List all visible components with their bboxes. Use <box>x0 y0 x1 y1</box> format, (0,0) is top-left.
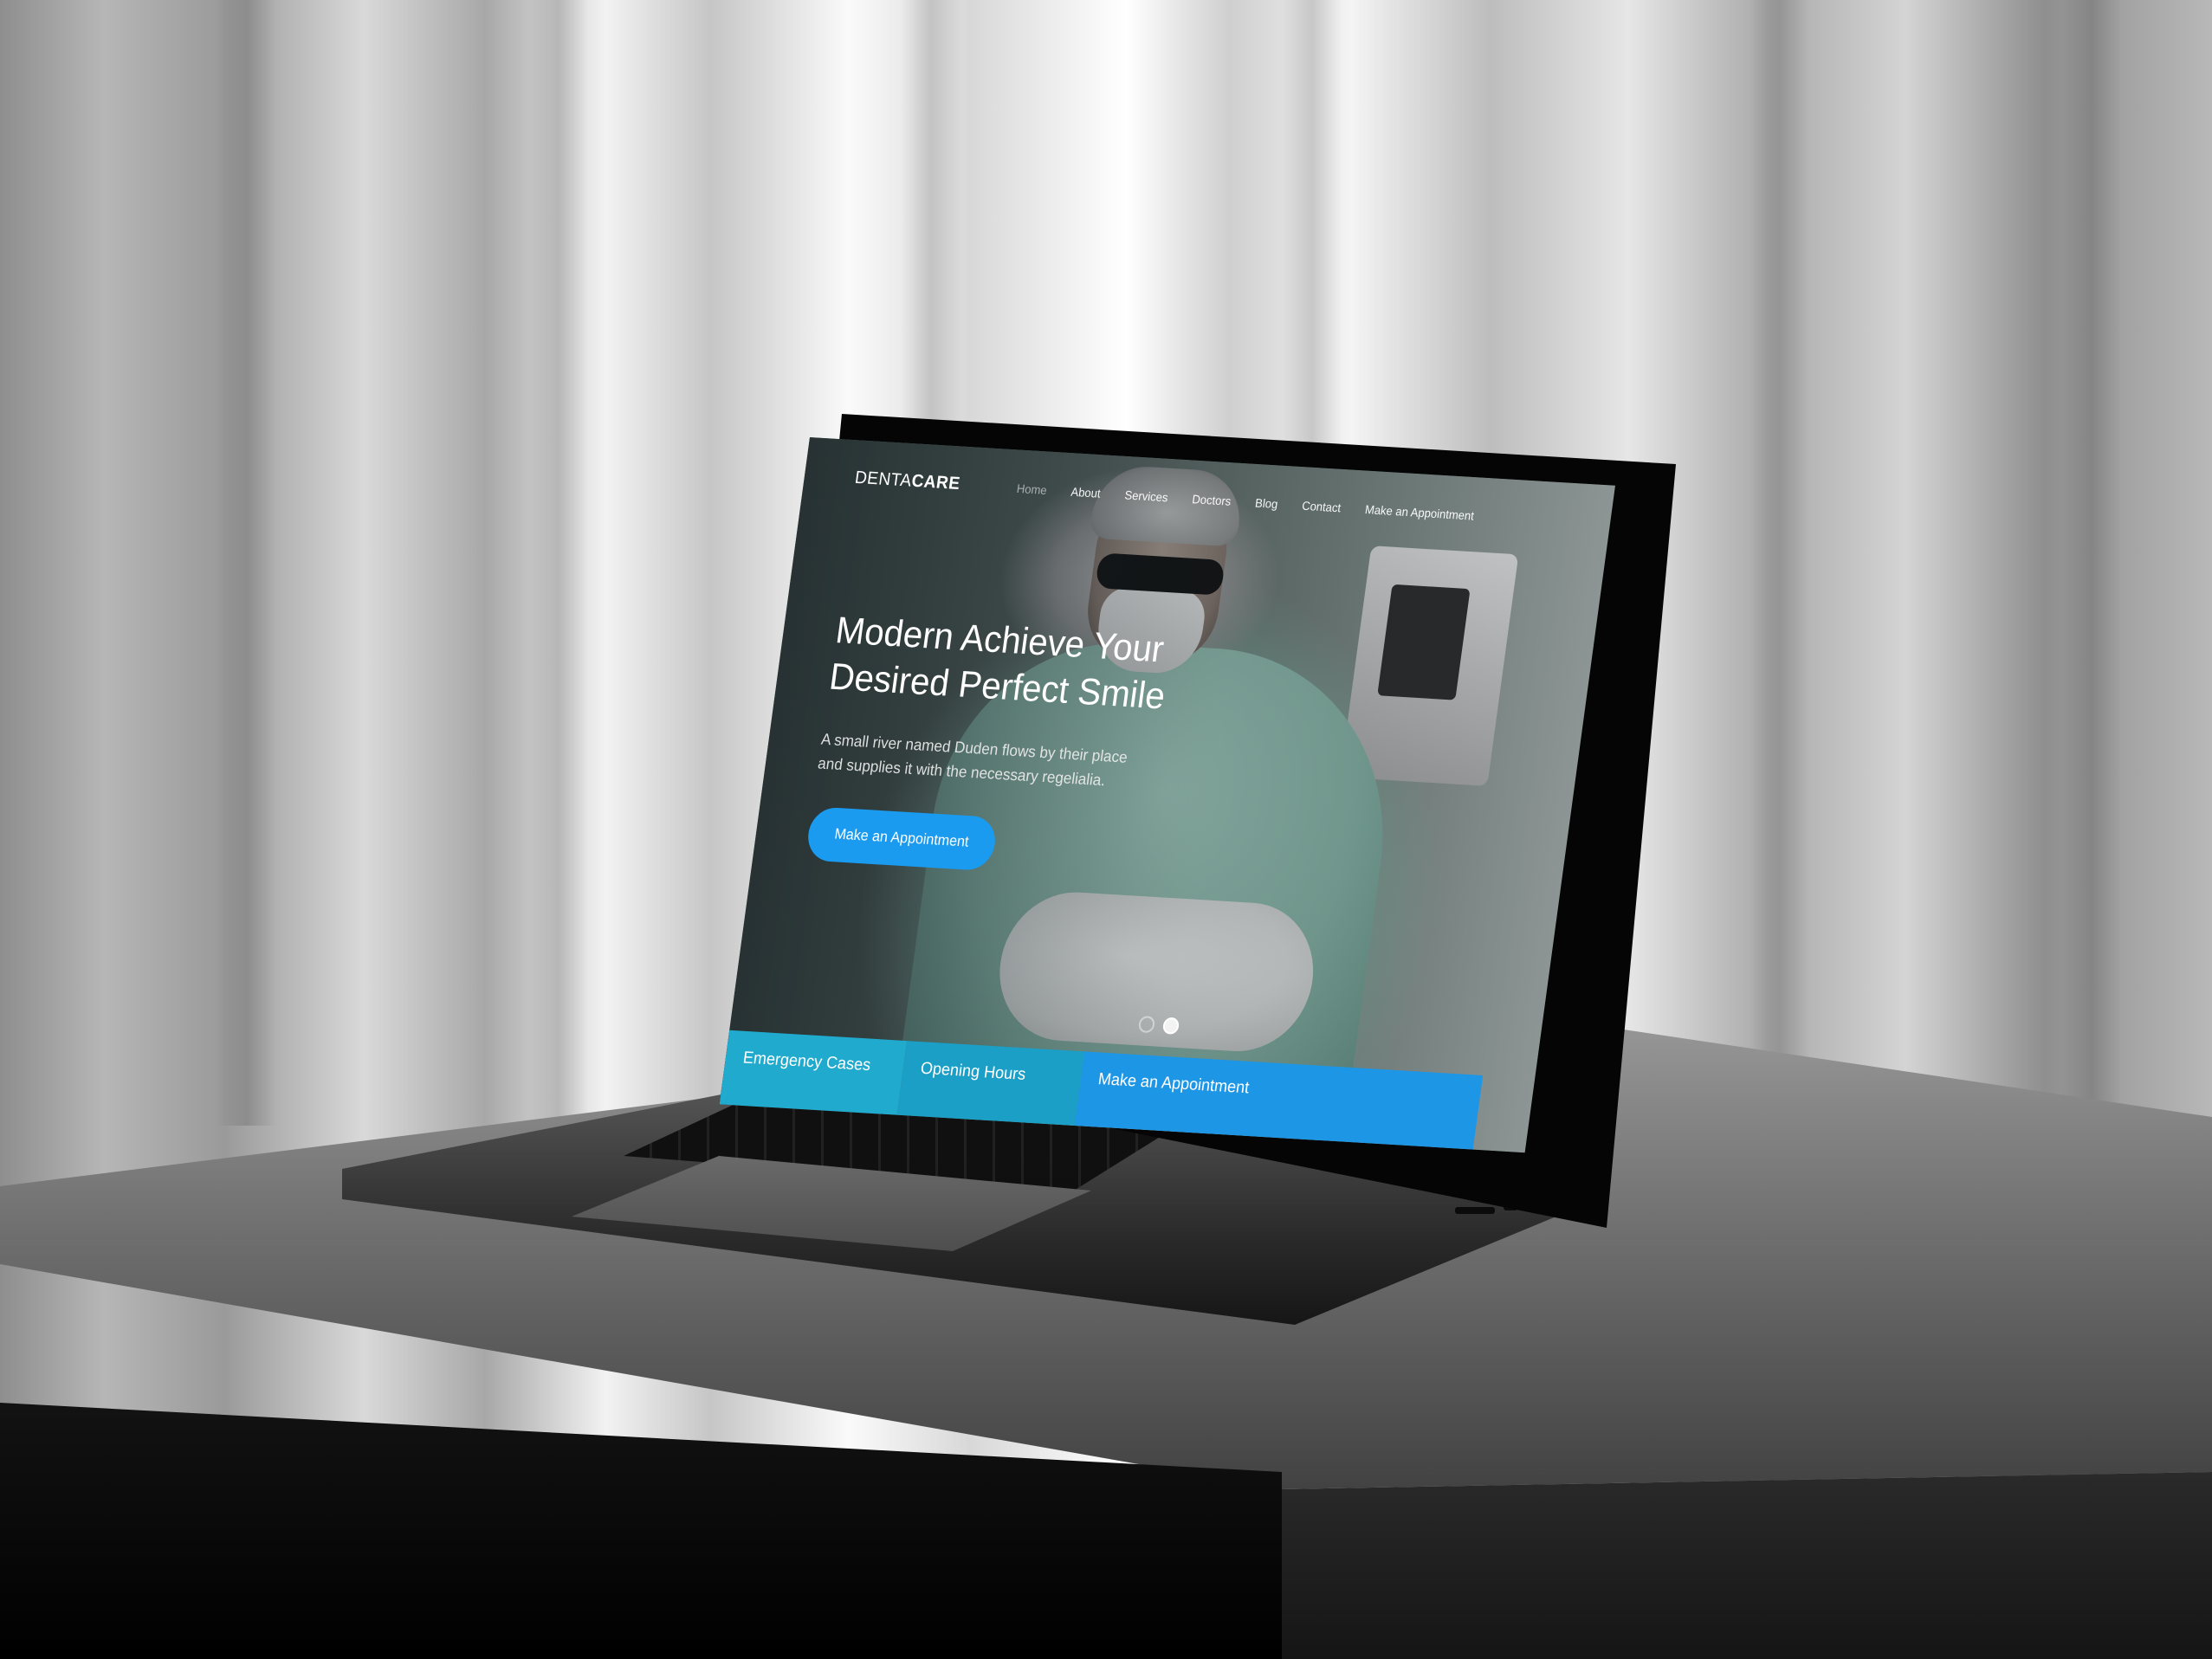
site-logo[interactable]: DENTACARE <box>853 468 961 495</box>
make-appointment-button[interactable]: Make an Appointment <box>805 806 999 872</box>
logo-text-light: DENTA <box>853 468 914 491</box>
curtain-fold <box>2061 0 2122 1126</box>
carousel-dots <box>1137 1015 1180 1035</box>
nav-link-blog[interactable]: Blog <box>1254 496 1278 512</box>
emergency-cases-panel[interactable]: Emergency Cases <box>719 1030 908 1115</box>
port-icon <box>1455 1207 1495 1214</box>
logo-text-bold: CARE <box>910 471 961 494</box>
nav-link-services[interactable]: Services <box>1124 488 1169 505</box>
carousel-dot-active[interactable] <box>1161 1017 1180 1035</box>
nav-link-contact[interactable]: Contact <box>1301 499 1342 515</box>
curtain-fold <box>1750 0 1810 1126</box>
nav-link-about[interactable]: About <box>1070 485 1102 500</box>
emergency-cases-label: Emergency Cases <box>741 1048 872 1075</box>
opening-hours-panel[interactable]: Opening Hours <box>896 1041 1085 1126</box>
carousel-dot[interactable] <box>1137 1015 1156 1034</box>
appointment-panel-label: Make an Appointment <box>1096 1068 1251 1097</box>
nav-link-home[interactable]: Home <box>1016 481 1048 497</box>
table-front <box>1282 1472 2212 1659</box>
curtain-fold <box>217 0 277 1126</box>
nav-link-doctors[interactable]: Doctors <box>1191 492 1232 508</box>
nav-menu: Home About Services Doctors Blog Contact… <box>1016 481 1475 523</box>
curtain-fold <box>528 0 589 1126</box>
opening-hours-label: Opening Hours <box>919 1058 1027 1084</box>
nav-link-make-appointment[interactable]: Make an Appointment <box>1364 502 1475 523</box>
website-screen: DENTACARE Home About Services Doctors Bl… <box>719 437 1615 1153</box>
